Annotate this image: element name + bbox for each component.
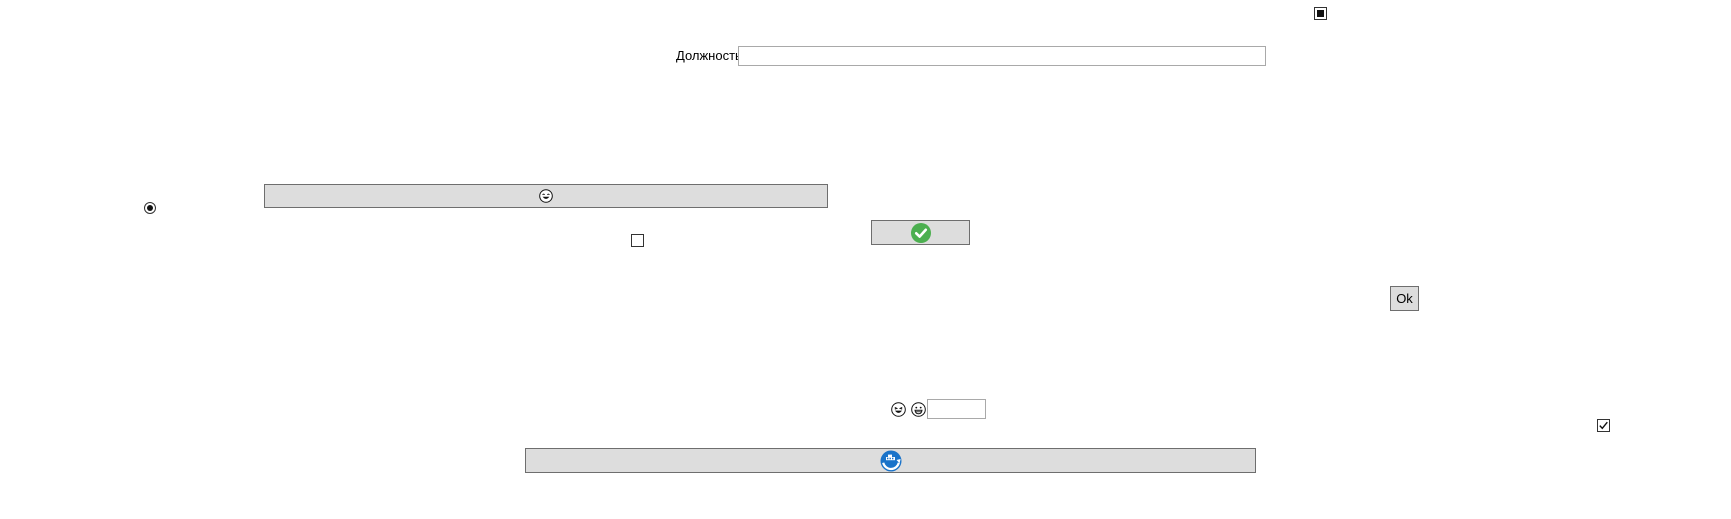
small-input[interactable] [927,399,986,419]
grinning-face-icon [911,402,926,417]
checkmark-icon [1598,420,1609,431]
confirm-button[interactable] [871,220,970,245]
smiley-face-icon [539,189,553,203]
indeterminate-checkbox-icon [1317,10,1324,17]
green-checkmark-icon [910,222,931,243]
ok-button-label: Ok [1396,291,1413,306]
radio-selected-dot [147,205,153,211]
bottom-right-checkbox[interactable] [1597,419,1610,432]
laughing-face-icon [891,402,906,417]
indeterminate-checkbox[interactable] [1314,7,1327,20]
middle-checkbox[interactable] [631,234,644,247]
position-input[interactable] [738,46,1266,66]
smiley-wide-button[interactable] [264,184,828,208]
position-label: Должность [676,48,742,63]
blue-refresh-ship-icon [880,450,902,472]
blue-icon-wide-button[interactable] [525,448,1256,473]
radio-button[interactable] [144,202,156,214]
ok-button[interactable]: Ok [1390,286,1419,311]
